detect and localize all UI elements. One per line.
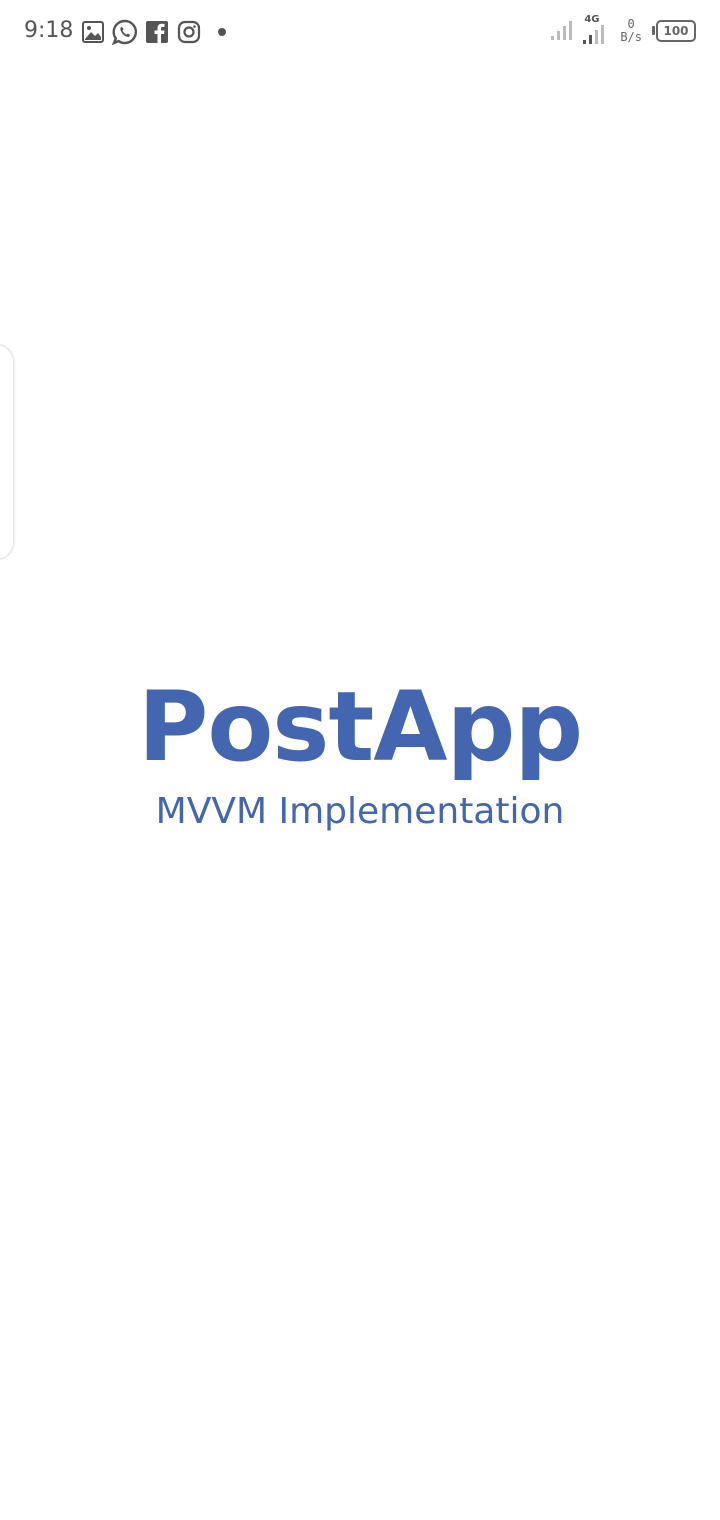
status-bar: 9:18 4G 0 B/s 100 <box>0 0 720 64</box>
app-name: PostApp <box>137 671 583 783</box>
status-time: 9:18 <box>24 18 74 43</box>
signal-sim1-icon <box>550 16 576 46</box>
battery-icon: 100 <box>652 20 696 42</box>
edge-panel-handle[interactable] <box>0 344 14 560</box>
whatsapp-icon <box>112 19 138 45</box>
signal-sim2-icon: 4G <box>582 14 610 46</box>
app-subtitle: MVVM Implementation <box>155 791 565 832</box>
system-icons: 4G 0 B/s 100 <box>550 14 696 46</box>
net-speed: 0 B/s <box>620 18 642 44</box>
notification-icons <box>80 18 226 46</box>
splash-content: PostApp MVVM Implementation <box>0 672 720 834</box>
gallery-icon <box>80 19 106 45</box>
more-dot-icon <box>218 28 226 36</box>
instagram-icon <box>176 19 202 45</box>
facebook-icon <box>144 19 170 45</box>
battery-level: 100 <box>663 24 689 38</box>
net-speed-unit: B/s <box>620 30 642 44</box>
